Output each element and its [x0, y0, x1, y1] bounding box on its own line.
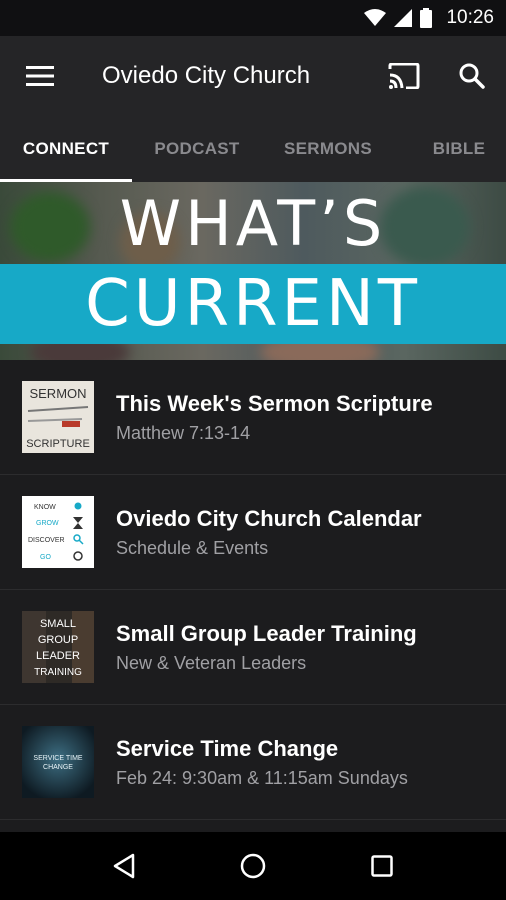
- cast-icon: [388, 63, 420, 89]
- svg-text:DISCOVER: DISCOVER: [28, 537, 65, 544]
- app-bar: Oviedo City Church: [0, 36, 506, 116]
- search-button[interactable]: [438, 36, 506, 116]
- wifi-icon: [364, 9, 387, 27]
- thumb-sermon-word: SERMON: [29, 386, 86, 401]
- system-navigation-bar: [0, 832, 506, 900]
- banner-heading-2: CURRENT: [85, 267, 421, 341]
- svg-text:KNOW: KNOW: [34, 504, 56, 511]
- tab-bible[interactable]: BIBLE: [394, 116, 506, 182]
- svg-text:LEADER: LEADER: [36, 650, 80, 662]
- search-icon: [459, 63, 485, 89]
- tab-connect[interactable]: CONNECT: [0, 116, 132, 182]
- sermon-scripture-thumbnail: SERMON SCRIPTURE: [22, 381, 94, 453]
- home-icon: [240, 853, 266, 879]
- svg-text:SMALL: SMALL: [40, 618, 76, 630]
- svg-text:GROW: GROW: [36, 520, 59, 527]
- tab-sermons[interactable]: SERMONS: [262, 116, 394, 182]
- whats-current-banner[interactable]: WHAT’S CURRENT: [0, 182, 506, 360]
- status-bar: 10:26: [0, 0, 506, 36]
- item-title: This Week's Sermon Scripture: [116, 391, 433, 416]
- svg-text:SERVICE TIME: SERVICE TIME: [33, 755, 82, 762]
- content-list: SERMON SCRIPTURE This Week's Sermon Scri…: [0, 360, 506, 820]
- app-title: Oviedo City Church: [102, 62, 311, 89]
- item-title: Service Time Change: [116, 736, 339, 761]
- back-icon: [114, 853, 135, 879]
- thumb-scripture-word: SCRIPTURE: [26, 438, 90, 450]
- status-time: 10:26: [446, 7, 494, 28]
- leader-training-thumbnail: SMALL GROUP LEADER TRAINING: [22, 611, 94, 683]
- battery-icon: [420, 8, 433, 28]
- menu-button[interactable]: [0, 36, 80, 116]
- recents-button[interactable]: [352, 836, 412, 896]
- item-subtitle: Schedule & Events: [116, 538, 269, 558]
- tab-podcast[interactable]: PODCAST: [132, 116, 262, 182]
- item-subtitle: Matthew 7:13-14: [116, 423, 251, 443]
- svg-text:TRAINING: TRAINING: [34, 667, 82, 678]
- list-item-leader-training[interactable]: SMALL GROUP LEADER TRAINING Small Group …: [0, 590, 506, 705]
- signal-icon: [394, 9, 413, 27]
- hamburger-icon: [26, 66, 54, 86]
- tab-bar: CONNECT PODCAST SERMONS BIBLE: [0, 116, 506, 182]
- list-item-calendar[interactable]: KNOW GROW DISCOVER GO Oviedo City Church…: [0, 475, 506, 590]
- svg-text:GROUP: GROUP: [38, 634, 78, 646]
- item-title: Small Group Leader Training: [116, 621, 417, 646]
- cast-button[interactable]: [370, 36, 438, 116]
- list-item-sermon-scripture[interactable]: SERMON SCRIPTURE This Week's Sermon Scri…: [0, 360, 506, 475]
- svg-text:CHANGE: CHANGE: [43, 764, 73, 771]
- back-button[interactable]: [94, 836, 154, 896]
- calendar-thumbnail: KNOW GROW DISCOVER GO: [22, 496, 94, 568]
- home-button[interactable]: [223, 836, 283, 896]
- item-title: Oviedo City Church Calendar: [116, 506, 422, 531]
- list-item-service-time[interactable]: SERVICE TIME CHANGE Service Time Change …: [0, 705, 506, 820]
- banner-heading-1: WHAT’S: [119, 186, 387, 260]
- item-subtitle: New & Veteran Leaders: [116, 653, 307, 673]
- item-subtitle: Feb 24: 9:30am & 11:15am Sundays: [116, 768, 408, 788]
- recents-icon: [370, 855, 393, 877]
- svg-text:GO: GO: [40, 554, 51, 561]
- service-time-thumbnail: SERVICE TIME CHANGE: [22, 726, 94, 798]
